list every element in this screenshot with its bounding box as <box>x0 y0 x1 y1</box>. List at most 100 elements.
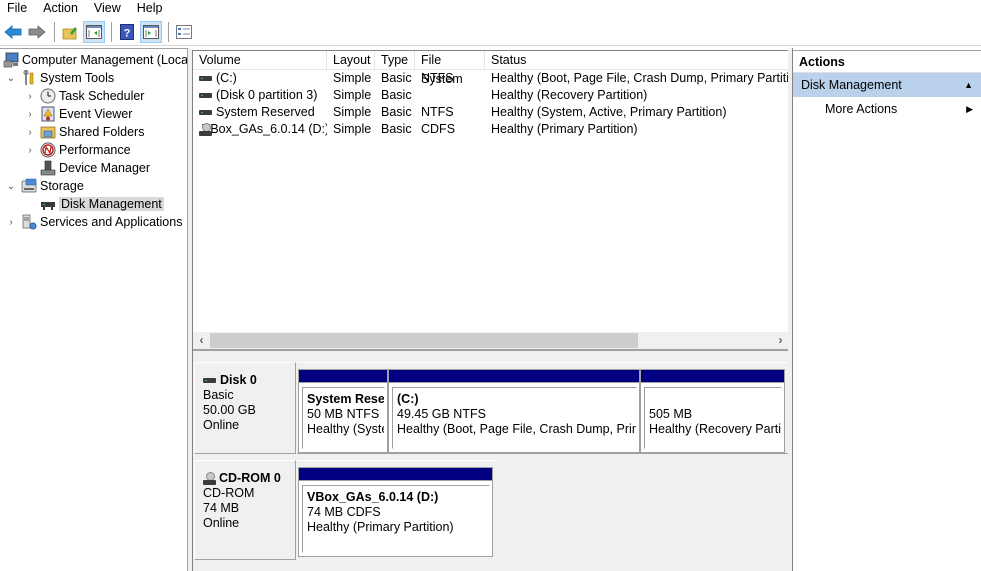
expand-down-icon[interactable]: ⌄ <box>5 72 17 84</box>
collapse-up-icon[interactable]: ▲ <box>964 73 973 97</box>
more-actions-label: More Actions <box>825 102 898 116</box>
partition-name: VBox_GAs_6.0.14 (D:) <box>307 490 439 504</box>
help-button[interactable]: ? <box>116 21 138 43</box>
volume-name: (C:) <box>216 71 237 85</box>
volume-status: Healthy (System, Active, Primary Partiti… <box>491 105 727 119</box>
disk-icon <box>203 378 216 383</box>
disk-management-icon <box>40 196 56 212</box>
partition-system-reserved[interactable]: System Reser 50 MB NTFS Healthy (Syste <box>298 369 388 453</box>
disk-graphical-view: Disk 0 Basic 50.00 GB Online System Rese… <box>193 356 789 571</box>
disk-0-label[interactable]: Disk 0 Basic 50.00 GB Online <box>194 362 296 454</box>
scroll-right-icon[interactable]: › <box>772 332 789 349</box>
expand-right-icon[interactable]: › <box>5 216 17 228</box>
partition-vbox-gas[interactable]: VBox_GAs_6.0.14 (D:) 74 MB CDFS Healthy … <box>298 467 493 557</box>
volume-type: Basic <box>381 71 412 85</box>
partition-size: 505 MB <box>649 407 693 421</box>
volume-status: Healthy (Recovery Partition) <box>491 88 648 102</box>
partition-bar <box>299 468 492 481</box>
performance-icon <box>40 142 56 158</box>
partition-bar <box>299 370 387 383</box>
partition-status: Healthy (Syste <box>307 422 385 436</box>
volume-name: System Reserved <box>216 105 315 119</box>
column-header-layout[interactable]: Layout <box>327 51 375 70</box>
scrollbar-thumb[interactable] <box>210 333 638 348</box>
partition-status: Healthy (Primary Partition) <box>307 520 454 534</box>
tree-item-task-scheduler[interactable]: › Task Scheduler <box>24 87 144 105</box>
tree-item-disk-management[interactable]: Disk Management <box>40 195 164 213</box>
forward-button[interactable] <box>26 21 48 43</box>
disk-state: Online <box>203 418 240 432</box>
disk-management-pane: Volume Layout Type File System Status (C… <box>192 50 789 571</box>
back-arrow-icon <box>4 25 22 39</box>
help-icon: ? <box>120 24 134 40</box>
partition-size: 74 MB CDFS <box>307 505 381 519</box>
toolbar-separator <box>54 22 55 42</box>
volume-layout: Simple <box>333 122 372 136</box>
scroll-left-icon[interactable]: ‹ <box>193 332 210 349</box>
partition-size: 49.45 GB NTFS <box>397 407 486 421</box>
tree-item-system-tools[interactable]: ⌄ System Tools <box>5 69 114 87</box>
properties-button[interactable] <box>173 21 195 43</box>
expand-right-icon[interactable]: › <box>24 108 36 120</box>
cdrom-0-label[interactable]: CD-ROM 0 CD-ROM 74 MB Online <box>194 460 296 560</box>
partition-c[interactable]: (C:) 49.45 GB NTFS Healthy (Boot, Page F… <box>388 369 640 453</box>
menu-help[interactable]: Help <box>129 0 171 18</box>
volume-status: Healthy (Boot, Page File, Crash Dump, Pr… <box>491 71 789 85</box>
disk-state: Online <box>203 516 240 530</box>
expand-down-icon[interactable]: ⌄ <box>5 180 17 192</box>
show-hide-console-tree-button[interactable] <box>83 21 105 43</box>
more-actions-item[interactable]: More Actions ▶ <box>793 97 981 121</box>
horizontal-scrollbar[interactable]: ‹ › <box>193 332 789 349</box>
toolbar: ? <box>0 19 981 46</box>
properties-icon <box>176 25 192 39</box>
event-viewer-icon <box>40 106 56 122</box>
column-header-file-system[interactable]: File System <box>415 51 485 86</box>
tree-item-device-manager[interactable]: Device Manager <box>40 159 150 177</box>
volume-row[interactable]: VBox_GAs_6.0.14 (D:) Simple Basic CDFS H… <box>193 121 789 138</box>
volume-row[interactable]: System Reserved Simple Basic NTFS Health… <box>193 104 789 121</box>
tree-item-storage[interactable]: ⌄ Storage <box>5 177 84 195</box>
forward-arrow-icon <box>28 25 46 39</box>
menu-view[interactable]: View <box>86 0 129 18</box>
menu-action[interactable]: Action <box>35 0 86 18</box>
up-one-level-button[interactable] <box>59 21 81 43</box>
expand-right-icon[interactable]: › <box>24 90 36 102</box>
disk-size: 74 MB <box>203 501 240 515</box>
actions-section-disk-management[interactable]: Disk Management ▲ <box>793 73 981 97</box>
toolbar-separator <box>168 22 169 42</box>
submenu-arrow-icon: ▶ <box>966 104 973 114</box>
partition-name: System Reser <box>307 392 385 406</box>
tree-item-event-viewer[interactable]: › Event Viewer <box>24 105 132 123</box>
volume-status: Healthy (Primary Partition) <box>491 122 638 136</box>
tree-item-services-and-applications[interactable]: › Services and Applications <box>5 213 182 231</box>
disk-icon <box>199 76 212 81</box>
volume-file-system: CDFS <box>421 122 456 136</box>
show-hide-action-pane-button[interactable] <box>140 21 162 43</box>
cdrom-0-partitions: VBox_GAs_6.0.14 (D:) 74 MB CDFS Healthy … <box>297 460 497 560</box>
column-header-status[interactable]: Status <box>485 51 789 70</box>
volume-type: Basic <box>381 88 412 102</box>
volume-layout: Simple <box>333 71 372 85</box>
volume-name: (Disk 0 partition 3) <box>216 88 318 102</box>
shared-folder-icon <box>40 124 56 140</box>
actions-section-label: Disk Management <box>801 78 902 92</box>
expand-right-icon[interactable]: › <box>24 144 36 156</box>
partition-bar <box>389 370 639 383</box>
back-button[interactable] <box>2 21 24 43</box>
tree-root-computer-management[interactable]: Computer Management (Local <box>3 51 187 69</box>
menu-file[interactable]: File <box>0 0 35 18</box>
tree-item-shared-folders[interactable]: › Shared Folders <box>24 123 144 141</box>
volume-row[interactable]: (Disk 0 partition 3) Simple Basic Health… <box>193 87 789 104</box>
column-header-type[interactable]: Type <box>375 51 415 70</box>
tree-item-performance[interactable]: › Performance <box>24 141 131 159</box>
expand-right-icon[interactable]: › <box>24 126 36 138</box>
cdrom-icon <box>203 472 216 485</box>
computer-management-icon <box>3 52 19 68</box>
svg-text:?: ? <box>124 28 131 40</box>
volume-layout: Simple <box>333 88 372 102</box>
column-header-volume[interactable]: Volume <box>193 51 327 70</box>
volume-row[interactable]: (C:) Simple Basic NTFS Healthy (Boot, Pa… <box>193 70 789 87</box>
partition-recovery[interactable]: 505 MB Healthy (Recovery Partiti <box>640 369 785 453</box>
disk-type: CD-ROM <box>203 486 255 500</box>
disk-name: Disk 0 <box>220 373 257 387</box>
